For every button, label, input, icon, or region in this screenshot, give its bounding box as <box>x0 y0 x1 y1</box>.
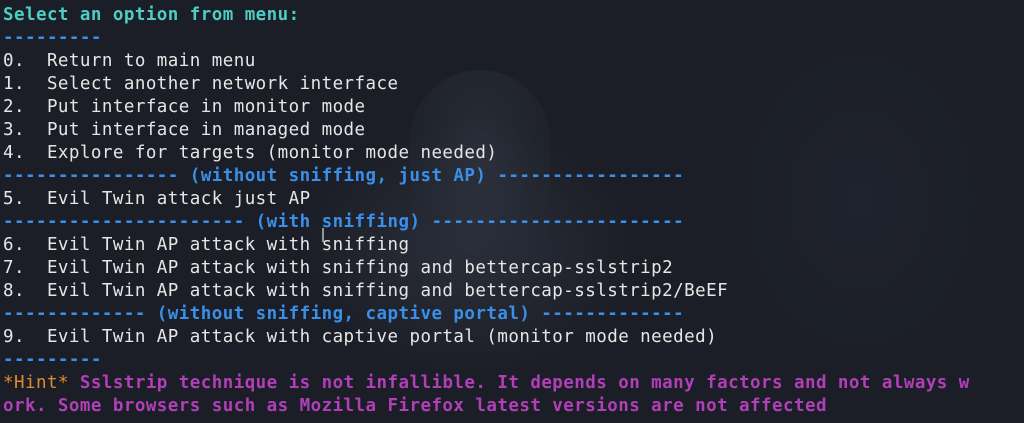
section-header-with-sniffing: ---------------------- (with sniffing) -… <box>3 212 685 232</box>
menu-option-5: 5. Evil Twin attack just AP <box>3 189 311 209</box>
menu-option-1: 1. Select another network interface <box>3 74 399 94</box>
menu-option-3: 3. Put interface in managed mode <box>3 120 366 140</box>
menu-option-0: 0. Return to main menu <box>3 51 256 71</box>
terminal-output: Select an option from menu: --------- 0.… <box>3 4 970 418</box>
menu-option-9: 9. Evil Twin AP attack with captive port… <box>3 327 718 347</box>
menu-separator-bottom: --------- <box>3 350 102 370</box>
hint-line-2: ork. Some browsers such as Mozilla Firef… <box>3 396 827 416</box>
section-header-captive-portal: ------------- (without sniffing, captive… <box>3 304 685 324</box>
menu-separator-top: --------- <box>3 28 102 48</box>
menu-option-7: 7. Evil Twin AP attack with sniffing and… <box>3 258 674 278</box>
menu-option-2: 2. Put interface in monitor mode <box>3 97 366 117</box>
text-cursor-icon <box>322 228 324 242</box>
menu-title: Select an option from menu: <box>3 5 300 25</box>
hint-text-1: Sslstrip technique is not infallible. It… <box>68 373 970 393</box>
terminal-window[interactable]: Select an option from menu: --------- 0.… <box>0 0 1024 423</box>
menu-option-8: 8. Evil Twin AP attack with sniffing and… <box>3 281 729 301</box>
hint-line-1: *Hint* Sslstrip technique is not infalli… <box>3 372 970 395</box>
section-header-no-sniffing: ---------------- (without sniffing, just… <box>3 166 685 186</box>
hint-tag: *Hint* <box>3 373 69 393</box>
menu-option-4: 4. Explore for targets (monitor mode nee… <box>3 143 498 163</box>
menu-option-6: 6. Evil Twin AP attack with sniffing <box>3 235 410 255</box>
